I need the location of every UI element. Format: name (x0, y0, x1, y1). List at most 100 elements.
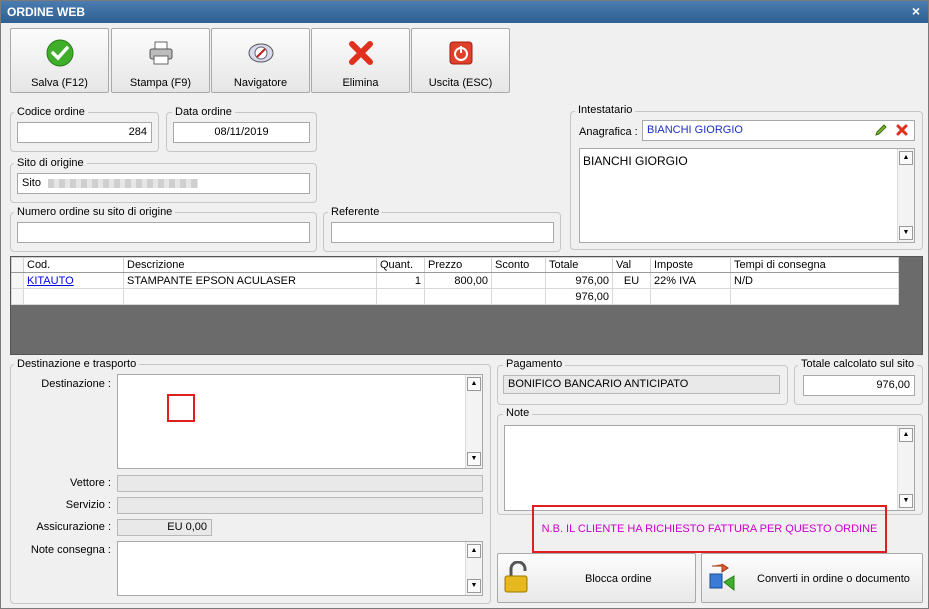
footer-total: 976,00 (545, 288, 613, 305)
carrier-field[interactable] (117, 475, 483, 492)
carrier-label: Vettore : (70, 477, 111, 489)
table-header: Cod. Descrizione Quant. Prezzo Sconto To… (11, 257, 899, 273)
footer-cell (123, 288, 377, 305)
notes-label: Note (503, 407, 533, 419)
notes-memo[interactable]: ▲ ▼ (504, 425, 915, 511)
insurance-field[interactable]: EU 0,00 (117, 519, 212, 536)
referent-field[interactable] (331, 222, 554, 243)
power-icon (449, 41, 473, 65)
scroll-down-icon[interactable]: ▼ (899, 494, 913, 508)
navigator-label: Navigatore (233, 77, 288, 89)
holder-memo-scrollbar[interactable]: ▲ ▼ (897, 149, 914, 242)
anagrafica-label: Anagrafica : (579, 126, 638, 138)
col-tax[interactable]: Imposte (650, 257, 731, 273)
scroll-up-icon[interactable]: ▲ (467, 544, 481, 558)
cell-total: 976,00 (545, 272, 613, 289)
delete-label: Elimina (342, 77, 379, 89)
origin-site-field[interactable]: Sito (17, 173, 310, 194)
referent-label: Referente (328, 206, 383, 218)
footer-cell (424, 288, 492, 305)
order-window: ORDINE WEB × Salva (F12) Stampa (F9) Nav… (0, 0, 929, 609)
col-currency[interactable]: Val (612, 257, 651, 273)
delivery-notes-scrollbar[interactable]: ▲ ▼ (465, 542, 482, 595)
payment-field[interactable]: BONIFICO BANCARIO ANTICIPATO (503, 375, 780, 394)
origin-site-label: Sito di origine (14, 157, 87, 169)
delivery-notes-label: Note consegna : (30, 544, 111, 556)
payment-label: Pagamento (503, 358, 566, 370)
notice-highlight-box (532, 505, 887, 553)
footer-cell (612, 288, 651, 305)
convert-arrows-icon (709, 563, 735, 592)
footer-cell (730, 288, 899, 305)
destination-text (118, 375, 482, 383)
service-label: Servizio : (65, 499, 111, 511)
lock-order-button[interactable]: Blocca ordine (497, 553, 696, 603)
cell-quantity: 1 (376, 272, 425, 289)
col-price[interactable]: Prezzo (424, 257, 492, 273)
delivery-notes-memo[interactable]: ▲ ▼ (117, 541, 483, 596)
scroll-down-icon[interactable]: ▼ (899, 226, 913, 240)
lock-order-label: Blocca ordine (585, 573, 652, 585)
exit-button[interactable]: Uscita (ESC) (411, 28, 510, 93)
footer-cell (650, 288, 731, 305)
holder-memo[interactable]: BIANCHI GIORGIO ▲ ▼ (579, 148, 915, 243)
site-total-label: Totale calcolato sul sito (798, 358, 918, 370)
cell-price: 800,00 (424, 272, 492, 289)
footer-cell (491, 288, 546, 305)
col-quantity[interactable]: Quant. (376, 257, 425, 273)
title-bar: ORDINE WEB × (1, 1, 928, 23)
delivery-notes-text (118, 542, 482, 550)
scroll-up-icon[interactable]: ▲ (467, 377, 481, 391)
highlight-box (167, 394, 195, 422)
destination-scrollbar[interactable]: ▲ ▼ (465, 375, 482, 468)
row-indicator (11, 272, 24, 289)
print-button[interactable]: Stampa (F9) (111, 28, 210, 93)
col-discount[interactable]: Sconto (491, 257, 546, 273)
product-code-link[interactable]: KITAUTO (27, 275, 74, 287)
row-indicator (11, 257, 24, 273)
cell-delivery: N/D (730, 272, 899, 289)
delete-x-icon (349, 41, 373, 65)
col-description[interactable]: Descrizione (123, 257, 377, 273)
col-total[interactable]: Totale (545, 257, 613, 273)
holder-memo-text: BIANCHI GIORGIO (583, 154, 688, 168)
table-footer-row: 976,00 (11, 288, 899, 305)
convert-order-button[interactable]: Converti in ordine o documento (701, 553, 923, 603)
origin-number-field[interactable] (17, 222, 310, 243)
scroll-up-icon[interactable]: ▲ (899, 428, 913, 442)
edit-pencil-icon[interactable] (874, 123, 888, 137)
order-lines-grid: Cod. Descrizione Quant. Prezzo Sconto To… (10, 256, 923, 355)
site-total-field[interactable]: 976,00 (803, 375, 915, 396)
order-code-label: Codice ordine (14, 106, 88, 118)
scroll-down-icon[interactable]: ▼ (467, 579, 481, 593)
close-icon[interactable]: × (912, 3, 920, 19)
clear-x-icon[interactable] (895, 123, 909, 137)
footer-cell (376, 288, 425, 305)
redacted-text (48, 178, 199, 188)
scroll-up-icon[interactable]: ▲ (899, 151, 913, 165)
order-date-field[interactable]: 08/11/2019 (173, 122, 310, 143)
anagrafica-value: BIANCHI GIORGIO (647, 124, 743, 136)
printer-icon (149, 41, 173, 65)
footer-cell (23, 288, 124, 305)
cell-currency: EU (612, 272, 651, 289)
order-code-field[interactable]: 284 (17, 122, 152, 143)
save-button[interactable]: Salva (F12) (10, 28, 109, 93)
window-title: ORDINE WEB (7, 5, 85, 19)
cell-tax: 22% IVA (650, 272, 731, 289)
convert-order-label: Converti in ordine o documento (757, 573, 910, 585)
cell-code[interactable]: KITAUTO (23, 272, 124, 289)
navigator-button[interactable]: Navigatore (211, 28, 310, 93)
notes-scrollbar[interactable]: ▲ ▼ (897, 426, 914, 510)
origin-number-label: Numero ordine su sito di origine (14, 206, 176, 218)
col-delivery[interactable]: Tempi di consegna (730, 257, 899, 273)
delete-button[interactable]: Elimina (311, 28, 410, 93)
check-icon (46, 39, 74, 67)
destination-label: Destinazione : (41, 378, 111, 390)
service-field[interactable] (117, 497, 483, 514)
row-indicator (11, 288, 24, 305)
scroll-down-icon[interactable]: ▼ (467, 452, 481, 466)
notes-text (505, 426, 914, 434)
table-row[interactable]: KITAUTO STAMPANTE EPSON ACULASER 1 800,0… (11, 272, 899, 289)
col-code[interactable]: Cod. (23, 257, 124, 273)
